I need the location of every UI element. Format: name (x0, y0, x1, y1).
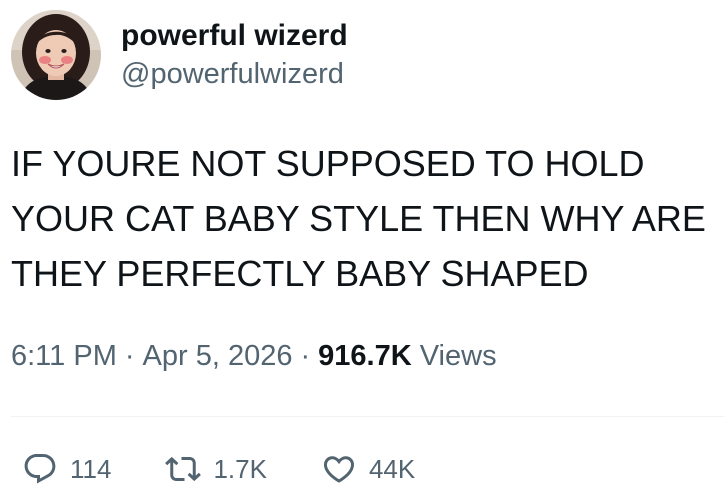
tweet-time-link[interactable]: 6:11 PM (11, 340, 117, 372)
like-button[interactable]: 44K (321, 451, 415, 487)
author-names: powerful wizerd @powerfulwizerd (121, 10, 348, 100)
retweet-count: 1.7K (213, 453, 267, 484)
reply-count: 114 (70, 453, 112, 484)
meta-separator: · (124, 340, 135, 372)
views-label: Views (419, 340, 497, 372)
tweet-date-link[interactable]: Apr 5, 2026 (143, 340, 293, 372)
avatar[interactable] (11, 10, 101, 100)
views-count: 916.7K (318, 340, 412, 372)
divider (11, 416, 724, 417)
retweet-icon (165, 451, 202, 487)
tweet-meta: 6:11 PM · Apr 5, 2026 · 916.7K Views (11, 338, 497, 374)
profile-photo-icon (11, 10, 101, 100)
tweet-text: IF YOURE NOT SUPPOSED TO HOLD YOUR CAT B… (11, 143, 706, 294)
author-handle[interactable]: @powerfulwizerd (121, 55, 348, 93)
heart-icon (321, 451, 357, 487)
meta-separator: · (300, 340, 311, 372)
author-display-name[interactable]: powerful wizerd (121, 17, 348, 55)
reply-icon (22, 451, 58, 487)
reply-button[interactable]: 114 (22, 451, 111, 487)
action-bar: 114 1.7K 44K (22, 447, 469, 491)
like-count: 44K (368, 453, 416, 484)
tweet-header: powerful wizerd @powerfulwizerd (11, 10, 348, 100)
retweet-button[interactable]: 1.7K (165, 451, 267, 487)
